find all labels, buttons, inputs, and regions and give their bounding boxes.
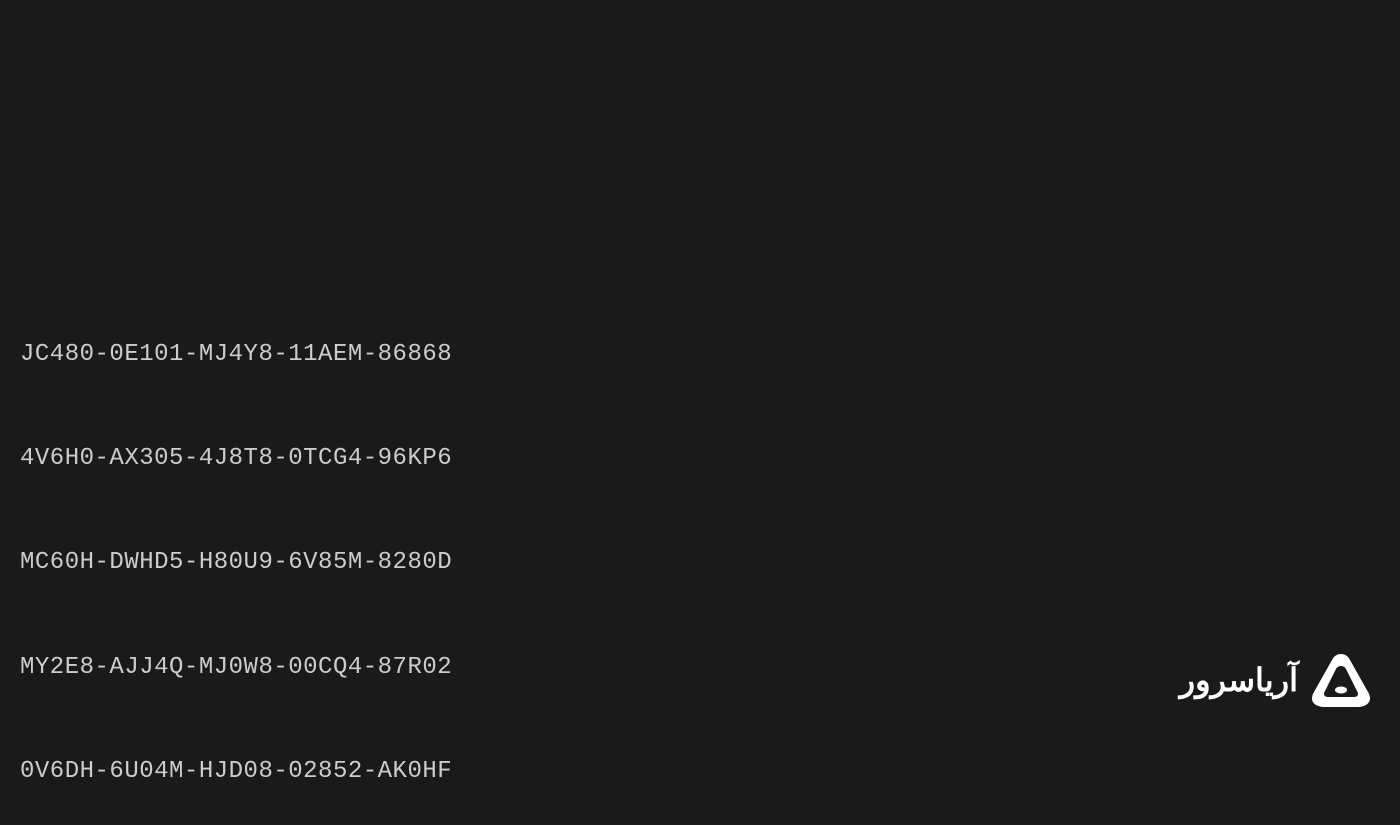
license-key-line-4: MY2E8-AJJ4Q-MJ0W8-00CQ4-87R02 [20,651,452,686]
triangle-logo-icon [1310,652,1372,708]
license-key-line-3: MC60H-DWHD5-H80U9-6V85M-8280D [20,546,452,581]
watermark-logo: آریاسرور [1180,652,1372,708]
watermark-brand-text: آریاسرور [1180,661,1298,699]
license-keys-block: JC480-0E101-MJ4Y8-11AEM-86868 4V6H0-AX30… [20,268,452,825]
license-key-line-5: 0V6DH-6U04M-HJD08-02852-AK0HF [20,755,452,790]
license-key-line-1: JC480-0E101-MJ4Y8-11AEM-86868 [20,338,452,373]
license-key-line-2: 4V6H0-AX305-4J8T8-0TCG4-96KP6 [20,442,452,477]
